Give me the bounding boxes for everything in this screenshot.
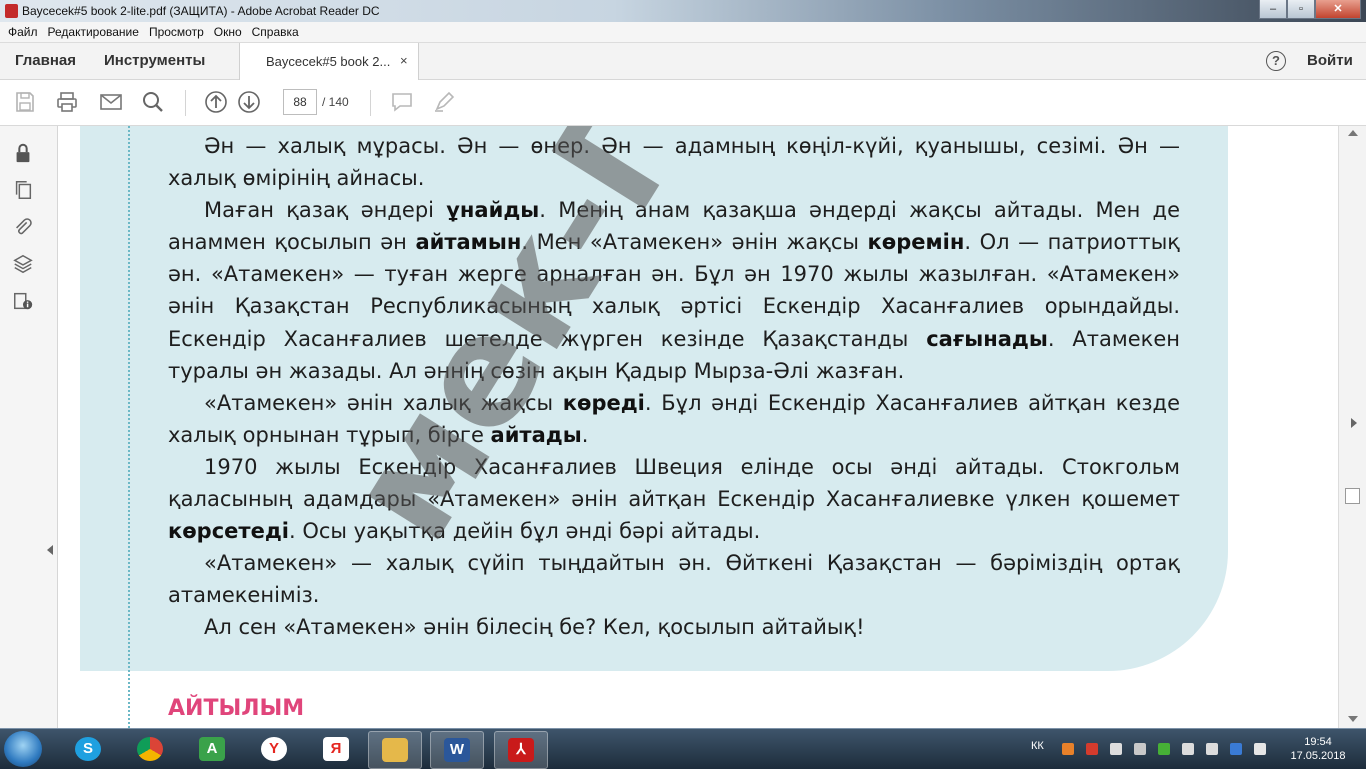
download-arrow-icon[interactable] [1158, 743, 1170, 755]
taskbar-word[interactable]: W [430, 731, 484, 769]
document-tab-label: Baycecek#5 book 2... [266, 54, 391, 69]
email-icon[interactable] [99, 90, 123, 114]
close-tab-icon[interactable]: × [400, 53, 408, 68]
text-run: «Атамекен» — халық сүйіп тыңдайтын ән. Ө… [168, 551, 1180, 608]
taskbar-alice[interactable]: А [186, 731, 238, 767]
system-clock[interactable]: 19:54 17.05.2018 [1283, 735, 1353, 763]
lock-icon[interactable] [12, 142, 34, 164]
margin-dotted-line [128, 126, 130, 728]
scroll-down-arrow-icon[interactable] [1348, 716, 1358, 722]
taskbar-file-explorer[interactable] [368, 731, 422, 769]
action-center-flag-icon[interactable] [1110, 743, 1122, 755]
title-bar: Baycecek#5 book 2-lite.pdf (ЗАЩИТА) - Ad… [0, 0, 1366, 22]
security-info-icon[interactable] [12, 290, 34, 312]
menu-bar: Файл Редактирование Просмотр Окно Справк… [0, 22, 1366, 43]
tray-app-icon[interactable] [1134, 743, 1146, 755]
tab-home[interactable]: Главная [15, 52, 76, 69]
taskbar-acrobat[interactable]: ⅄ [494, 731, 548, 769]
paragraph: «Атамекен» әнін халық жақсы көреді. Бұл … [168, 387, 1180, 451]
expand-right-panel-icon[interactable] [1351, 418, 1357, 428]
text-run: Ал сен «Атамекен» әнін білесің бе? Кел, … [204, 615, 865, 640]
taskbar: S А Y Я W ⅄ КК 19:54 17.05.2018 [0, 728, 1366, 769]
search-icon[interactable] [141, 90, 165, 114]
paragraph: Ал сен «Атамекен» әнін білесің бе? Кел, … [168, 611, 1180, 643]
clock-time: 19:54 [1304, 736, 1332, 748]
battery-icon[interactable] [1254, 743, 1266, 755]
page-up-icon[interactable] [204, 90, 228, 114]
text-run: Маған қазақ әндері [204, 198, 447, 223]
menu-edit[interactable]: Редактирование [48, 25, 139, 39]
page-number-input[interactable]: 88 [283, 89, 317, 115]
taskbar-yandex-browser[interactable]: Я [310, 731, 362, 767]
left-navigation-panel [0, 126, 58, 728]
network-signal-icon[interactable] [1182, 743, 1194, 755]
menu-view[interactable]: Просмотр [149, 25, 204, 39]
document-view: Ән — халық мұрасы. Ән — өнер. Ән — адамн… [58, 126, 1338, 728]
help-icon[interactable]: ? [1266, 51, 1286, 71]
vertical-scrollbar[interactable] [1338, 126, 1366, 728]
scroll-thumb[interactable] [1345, 488, 1360, 504]
collapse-panel-arrow-icon[interactable] [47, 545, 53, 555]
bluetooth-icon[interactable] [1230, 743, 1242, 755]
pages-icon[interactable] [12, 179, 34, 201]
tab-bar: Главная Инструменты Baycecek#5 book 2...… [0, 43, 1366, 80]
tray-app-icon[interactable] [1062, 743, 1074, 755]
bold-word: көреді [562, 390, 645, 415]
minimize-button[interactable]: – [1259, 0, 1287, 19]
volume-icon[interactable] [1206, 743, 1218, 755]
tab-document[interactable]: Baycecek#5 book 2... × [239, 43, 419, 80]
save-icon[interactable] [13, 90, 37, 114]
print-icon[interactable] [55, 90, 79, 114]
bold-word: көрсетеді [168, 519, 289, 544]
section-heading: АЙТЫЛЫМ [168, 696, 305, 721]
clock-date: 17.05.2018 [1290, 750, 1346, 762]
bold-word: көремін [867, 230, 965, 255]
attachment-icon[interactable] [12, 216, 34, 238]
signin-button[interactable]: Войти [1307, 52, 1353, 69]
menu-help[interactable]: Справка [252, 25, 299, 39]
maximize-button[interactable]: ▫ [1287, 0, 1315, 19]
paragraph: «Атамекен» — халық сүйіп тыңдайтын ән. Ө… [168, 547, 1180, 611]
taskbar-chrome[interactable] [124, 731, 176, 767]
tab-tools[interactable]: Инструменты [104, 52, 205, 69]
toolbar [0, 80, 1366, 126]
close-button[interactable]: ✕ [1315, 0, 1361, 19]
window-title: Baycecek#5 book 2-lite.pdf (ЗАЩИТА) - Ad… [22, 4, 380, 18]
menu-file[interactable]: Файл [8, 25, 38, 39]
toolbar-divider [185, 90, 186, 116]
text-run: . Осы уақытқа дейін бұл әнді бәрі айтады… [288, 519, 761, 544]
comment-icon[interactable] [390, 90, 414, 114]
taskbar-skype[interactable]: S [62, 731, 114, 767]
window-controls: – ▫ ✕ [1259, 0, 1361, 20]
layers-icon[interactable] [12, 253, 34, 275]
tray-app-icon[interactable] [1086, 743, 1098, 755]
page-total: / 140 [322, 95, 349, 109]
page-down-icon[interactable] [237, 90, 261, 114]
menu-window[interactable]: Окно [214, 25, 242, 39]
scroll-up-arrow-icon[interactable] [1348, 130, 1358, 136]
toolbar-divider [370, 90, 371, 116]
text-run: . [581, 422, 589, 447]
highlight-pen-icon[interactable] [432, 90, 456, 114]
taskbar-yandex[interactable]: Y [248, 731, 300, 767]
acrobat-app-icon [5, 4, 18, 18]
bold-word: сағынады [926, 326, 1048, 351]
start-button[interactable] [4, 731, 42, 767]
text-run: 1970 жылы Ескендір Хасанғалиев Швеция ел… [168, 454, 1180, 512]
input-language[interactable]: КК [1031, 740, 1044, 752]
